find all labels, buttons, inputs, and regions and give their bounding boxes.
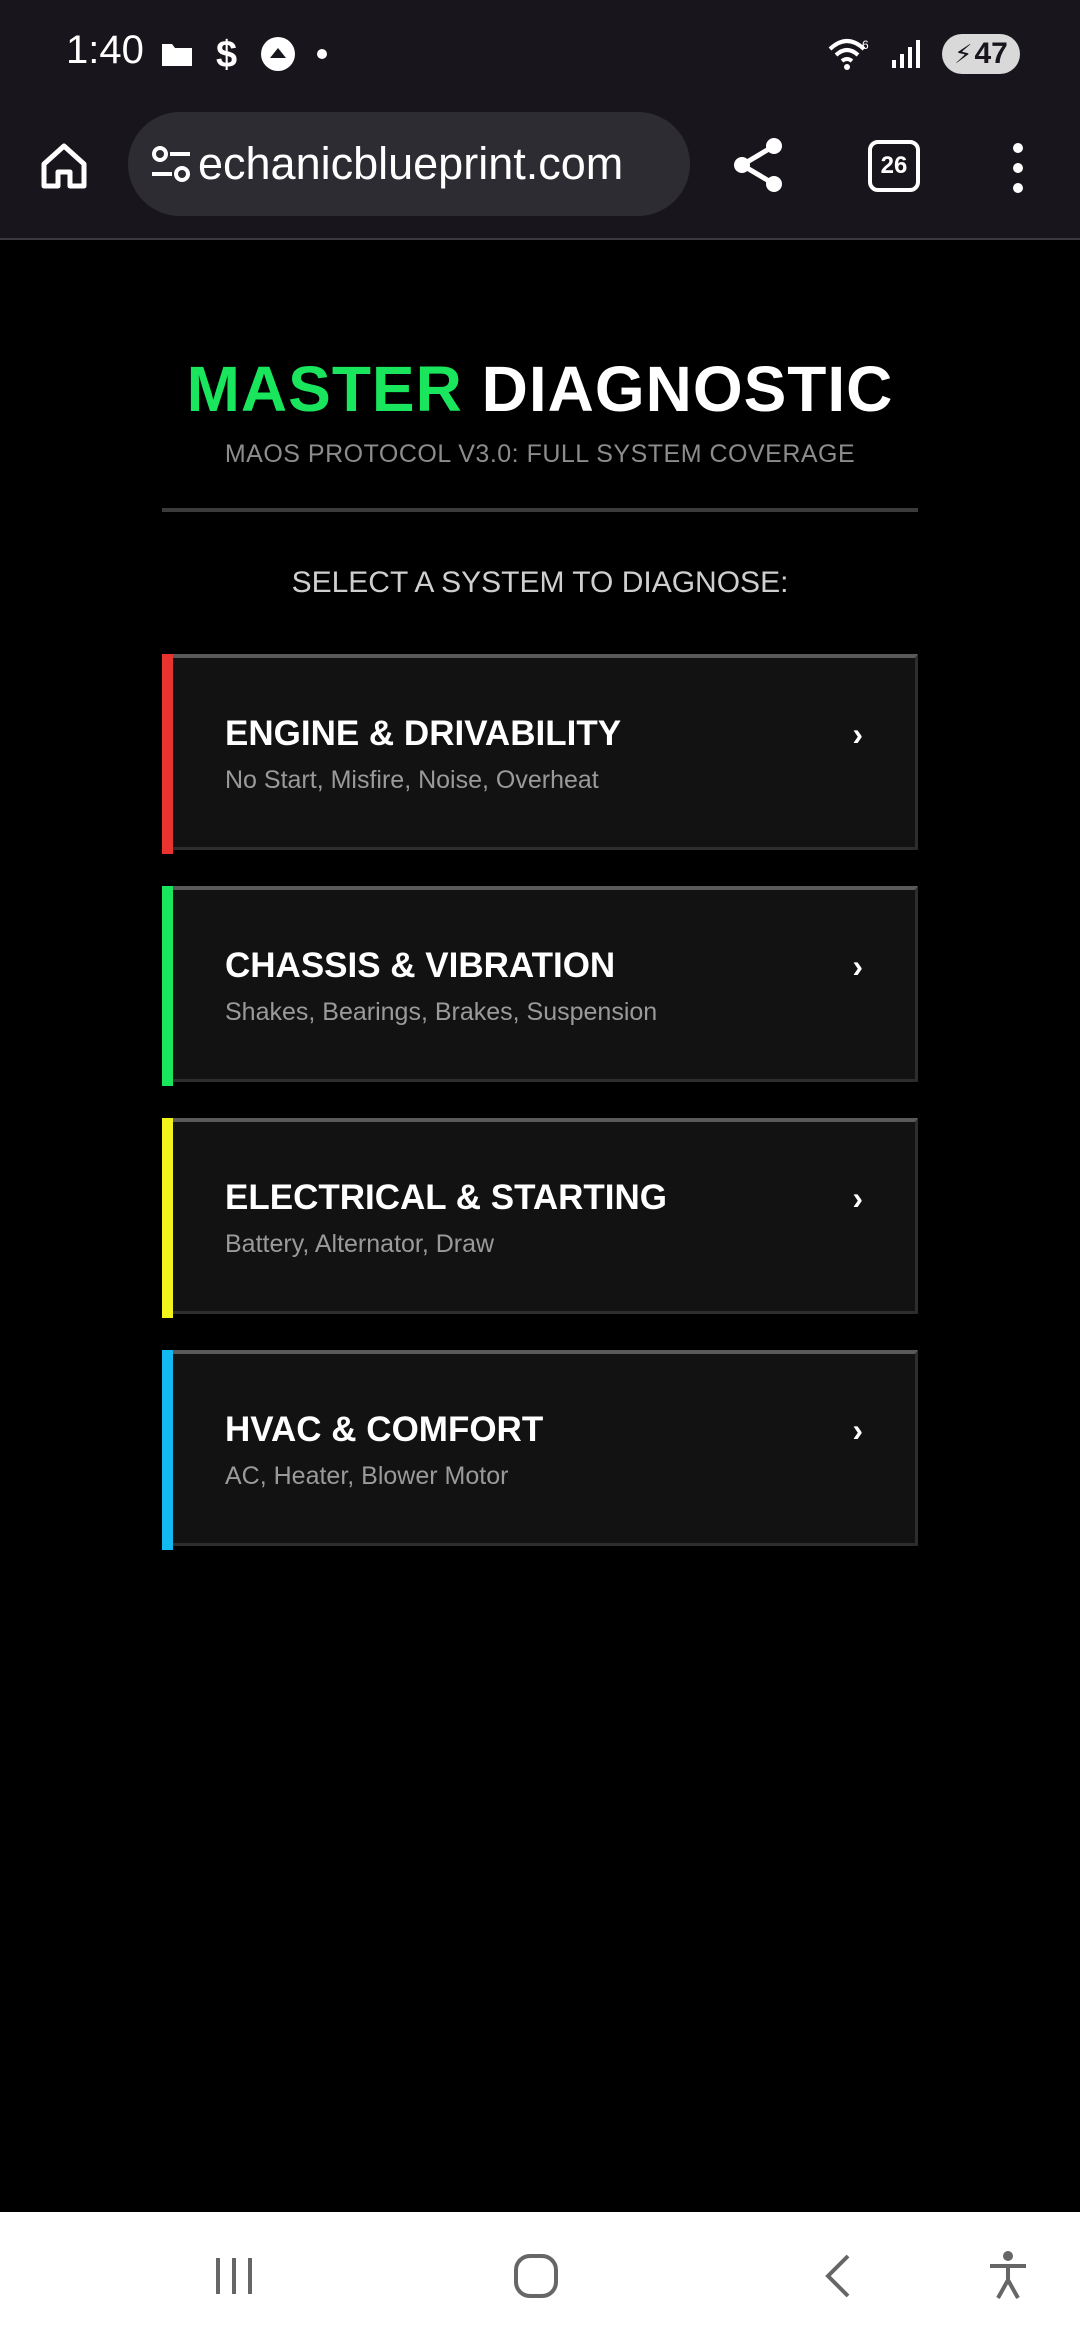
card-title: HVAC & COMFORT [225,1410,544,1449]
divider [162,508,918,512]
system-card-electrical[interactable]: ELECTRICAL & STARTING Battery, Alternato… [162,1118,918,1318]
browser-toolbar: echanicblueprint.com 26 [0,110,1080,240]
card-subtitle: No Start, Misfire, Noise, Overheat [225,766,599,794]
signal-icon [892,40,920,68]
select-prompt: SELECT A SYSTEM TO DIAGNOSE: [291,566,789,599]
home-icon[interactable] [512,2250,560,2302]
system-card-list: ENGINE & DRIVABILITY No Start, Misfire, … [162,654,918,1582]
system-card-chassis[interactable]: CHASSIS & VIBRATION Shakes, Bearings, Br… [162,886,918,1086]
card-subtitle: AC, Heater, Blower Motor [225,1462,509,1490]
folder-icon [162,44,192,66]
charging-bolt-icon: ⚡ [954,38,973,69]
card-subtitle: Battery, Alternator, Draw [225,1230,495,1258]
card-accent-bar [162,1118,173,1318]
page-title-accent: MASTER [186,353,463,425]
card-title: CHASSIS & VIBRATION [225,946,616,985]
recents-icon[interactable] [212,2250,256,2302]
chevron-right-icon: › [852,1412,863,1448]
battery-level: 47 [974,37,1008,70]
system-card-hvac[interactable]: HVAC & COMFORT AC, Heater, Blower Motor … [162,1350,918,1550]
tab-switcher-button[interactable]: 26 [868,140,920,192]
status-time: 1:40 [66,28,144,72]
dot-icon [317,49,327,59]
web-page: MASTER DIAGNOSTIC MAOS PROTOCOL V3.0: FU… [0,240,1080,2212]
status-icons-right: 6 ⚡ 47 [828,34,1020,74]
card-accent-bar [162,1350,173,1550]
chevron-right-icon: › [852,716,863,752]
back-icon[interactable] [820,2250,856,2302]
card-accent-bar [162,886,173,1086]
card-accent-bar [162,654,173,854]
url-text[interactable]: echanicblueprint.com [198,138,623,190]
card-title: ENGINE & DRIVABILITY [225,714,622,753]
chevron-right-icon: › [852,948,863,984]
share-icon[interactable] [730,136,788,194]
page-title-main: DIAGNOSTIC [481,353,894,425]
wifi-label: 6 [862,38,869,52]
battery-indicator: ⚡ 47 [942,34,1020,74]
card-subtitle: Shakes, Bearings, Brakes, Suspension [225,998,658,1026]
status-bar: 1:40 $ 6 ⚡ 47 [0,0,1080,110]
upload-icon [261,37,295,71]
card-title: ELECTRICAL & STARTING [225,1178,668,1217]
wifi-icon: 6 [828,38,869,70]
chevron-right-icon: › [852,1180,863,1216]
more-menu-icon[interactable] [1004,140,1032,196]
page-title: MASTER DIAGNOSTIC [0,352,1080,426]
system-card-engine[interactable]: ENGINE & DRIVABILITY No Start, Misfire, … [162,654,918,854]
accessibility-icon[interactable] [986,2250,1030,2302]
system-nav-bar [0,2212,1080,2340]
status-icons-left: $ [160,34,328,74]
site-settings-icon[interactable] [148,142,194,188]
page-subtitle: MAOS PROTOCOL V3.0: FULL SYSTEM COVERAGE [224,440,856,468]
dollar-icon: $ [216,34,237,74]
home-icon[interactable] [36,138,92,194]
svg-text:$: $ [216,34,237,74]
address-bar[interactable]: echanicblueprint.com [128,112,690,216]
